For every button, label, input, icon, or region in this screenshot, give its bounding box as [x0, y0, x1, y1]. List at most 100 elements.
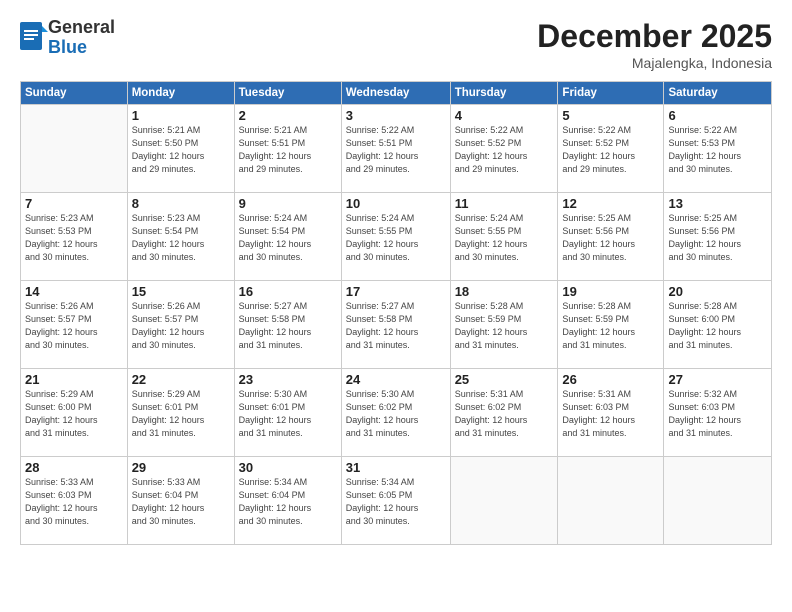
logo: General Blue [20, 18, 115, 58]
day-info: Sunrise: 5:32 AM Sunset: 6:03 PM Dayligh… [668, 388, 767, 440]
day-info: Sunrise: 5:27 AM Sunset: 5:58 PM Dayligh… [239, 300, 337, 352]
calendar-cell: 17Sunrise: 5:27 AM Sunset: 5:58 PM Dayli… [341, 281, 450, 369]
calendar-cell: 14Sunrise: 5:26 AM Sunset: 5:57 PM Dayli… [21, 281, 128, 369]
calendar-cell: 19Sunrise: 5:28 AM Sunset: 5:59 PM Dayli… [558, 281, 664, 369]
day-number: 1 [132, 108, 230, 123]
day-info: Sunrise: 5:29 AM Sunset: 6:01 PM Dayligh… [132, 388, 230, 440]
day-number: 21 [25, 372, 123, 387]
day-info: Sunrise: 5:29 AM Sunset: 6:00 PM Dayligh… [25, 388, 123, 440]
day-number: 9 [239, 196, 337, 211]
calendar-header-tuesday: Tuesday [234, 82, 341, 105]
calendar-cell [664, 457, 772, 545]
calendar-week-row: 21Sunrise: 5:29 AM Sunset: 6:00 PM Dayli… [21, 369, 772, 457]
calendar-cell: 7Sunrise: 5:23 AM Sunset: 5:53 PM Daylig… [21, 193, 128, 281]
calendar-cell [21, 105, 128, 193]
calendar-cell: 25Sunrise: 5:31 AM Sunset: 6:02 PM Dayli… [450, 369, 558, 457]
title-area: December 2025 Majalengka, Indonesia [537, 18, 772, 71]
calendar-cell: 6Sunrise: 5:22 AM Sunset: 5:53 PM Daylig… [664, 105, 772, 193]
calendar-table: SundayMondayTuesdayWednesdayThursdayFrid… [20, 81, 772, 545]
day-info: Sunrise: 5:31 AM Sunset: 6:03 PM Dayligh… [562, 388, 659, 440]
calendar-cell [558, 457, 664, 545]
page: General Blue December 2025 Majalengka, I… [0, 0, 792, 612]
day-info: Sunrise: 5:23 AM Sunset: 5:54 PM Dayligh… [132, 212, 230, 264]
day-info: Sunrise: 5:21 AM Sunset: 5:51 PM Dayligh… [239, 124, 337, 176]
day-number: 4 [455, 108, 554, 123]
day-number: 26 [562, 372, 659, 387]
day-info: Sunrise: 5:33 AM Sunset: 6:03 PM Dayligh… [25, 476, 123, 528]
day-number: 16 [239, 284, 337, 299]
day-number: 10 [346, 196, 446, 211]
calendar-cell: 11Sunrise: 5:24 AM Sunset: 5:55 PM Dayli… [450, 193, 558, 281]
day-number: 3 [346, 108, 446, 123]
day-info: Sunrise: 5:26 AM Sunset: 5:57 PM Dayligh… [25, 300, 123, 352]
calendar-cell: 22Sunrise: 5:29 AM Sunset: 6:01 PM Dayli… [127, 369, 234, 457]
day-number: 23 [239, 372, 337, 387]
day-number: 19 [562, 284, 659, 299]
calendar-cell: 16Sunrise: 5:27 AM Sunset: 5:58 PM Dayli… [234, 281, 341, 369]
calendar-header-saturday: Saturday [664, 82, 772, 105]
day-number: 31 [346, 460, 446, 475]
day-info: Sunrise: 5:22 AM Sunset: 5:51 PM Dayligh… [346, 124, 446, 176]
day-info: Sunrise: 5:23 AM Sunset: 5:53 PM Dayligh… [25, 212, 123, 264]
day-info: Sunrise: 5:30 AM Sunset: 6:01 PM Dayligh… [239, 388, 337, 440]
calendar-cell: 13Sunrise: 5:25 AM Sunset: 5:56 PM Dayli… [664, 193, 772, 281]
day-info: Sunrise: 5:25 AM Sunset: 5:56 PM Dayligh… [668, 212, 767, 264]
day-info: Sunrise: 5:34 AM Sunset: 6:05 PM Dayligh… [346, 476, 446, 528]
calendar-cell: 31Sunrise: 5:34 AM Sunset: 6:05 PM Dayli… [341, 457, 450, 545]
day-info: Sunrise: 5:24 AM Sunset: 5:54 PM Dayligh… [239, 212, 337, 264]
calendar-week-row: 28Sunrise: 5:33 AM Sunset: 6:03 PM Dayli… [21, 457, 772, 545]
day-info: Sunrise: 5:34 AM Sunset: 6:04 PM Dayligh… [239, 476, 337, 528]
subtitle: Majalengka, Indonesia [537, 55, 772, 71]
day-info: Sunrise: 5:24 AM Sunset: 5:55 PM Dayligh… [455, 212, 554, 264]
day-number: 30 [239, 460, 337, 475]
day-number: 12 [562, 196, 659, 211]
calendar-cell: 30Sunrise: 5:34 AM Sunset: 6:04 PM Dayli… [234, 457, 341, 545]
calendar-cell: 2Sunrise: 5:21 AM Sunset: 5:51 PM Daylig… [234, 105, 341, 193]
day-number: 6 [668, 108, 767, 123]
day-info: Sunrise: 5:24 AM Sunset: 5:55 PM Dayligh… [346, 212, 446, 264]
calendar-header-thursday: Thursday [450, 82, 558, 105]
day-info: Sunrise: 5:31 AM Sunset: 6:02 PM Dayligh… [455, 388, 554, 440]
day-info: Sunrise: 5:28 AM Sunset: 5:59 PM Dayligh… [562, 300, 659, 352]
day-info: Sunrise: 5:26 AM Sunset: 5:57 PM Dayligh… [132, 300, 230, 352]
calendar-header-wednesday: Wednesday [341, 82, 450, 105]
calendar-cell: 29Sunrise: 5:33 AM Sunset: 6:04 PM Dayli… [127, 457, 234, 545]
day-number: 25 [455, 372, 554, 387]
calendar-cell: 5Sunrise: 5:22 AM Sunset: 5:52 PM Daylig… [558, 105, 664, 193]
day-number: 8 [132, 196, 230, 211]
calendar-cell: 24Sunrise: 5:30 AM Sunset: 6:02 PM Dayli… [341, 369, 450, 457]
logo-general: General [48, 18, 115, 38]
logo-icon [20, 22, 48, 54]
day-number: 18 [455, 284, 554, 299]
day-number: 5 [562, 108, 659, 123]
calendar-cell: 12Sunrise: 5:25 AM Sunset: 5:56 PM Dayli… [558, 193, 664, 281]
calendar-cell: 21Sunrise: 5:29 AM Sunset: 6:00 PM Dayli… [21, 369, 128, 457]
day-info: Sunrise: 5:28 AM Sunset: 6:00 PM Dayligh… [668, 300, 767, 352]
day-info: Sunrise: 5:22 AM Sunset: 5:52 PM Dayligh… [562, 124, 659, 176]
day-number: 7 [25, 196, 123, 211]
calendar-header-sunday: Sunday [21, 82, 128, 105]
day-number: 11 [455, 196, 554, 211]
calendar-header-monday: Monday [127, 82, 234, 105]
calendar-header-friday: Friday [558, 82, 664, 105]
day-number: 15 [132, 284, 230, 299]
calendar-cell: 1Sunrise: 5:21 AM Sunset: 5:50 PM Daylig… [127, 105, 234, 193]
calendar-cell: 26Sunrise: 5:31 AM Sunset: 6:03 PM Dayli… [558, 369, 664, 457]
day-number: 27 [668, 372, 767, 387]
calendar-cell: 10Sunrise: 5:24 AM Sunset: 5:55 PM Dayli… [341, 193, 450, 281]
calendar-cell [450, 457, 558, 545]
calendar-cell: 8Sunrise: 5:23 AM Sunset: 5:54 PM Daylig… [127, 193, 234, 281]
calendar-cell: 23Sunrise: 5:30 AM Sunset: 6:01 PM Dayli… [234, 369, 341, 457]
day-number: 29 [132, 460, 230, 475]
calendar-cell: 4Sunrise: 5:22 AM Sunset: 5:52 PM Daylig… [450, 105, 558, 193]
day-info: Sunrise: 5:25 AM Sunset: 5:56 PM Dayligh… [562, 212, 659, 264]
logo-blue: Blue [48, 38, 115, 58]
day-number: 13 [668, 196, 767, 211]
calendar-week-row: 7Sunrise: 5:23 AM Sunset: 5:53 PM Daylig… [21, 193, 772, 281]
calendar-cell: 3Sunrise: 5:22 AM Sunset: 5:51 PM Daylig… [341, 105, 450, 193]
day-number: 20 [668, 284, 767, 299]
logo-text: General Blue [48, 18, 115, 58]
calendar-cell: 28Sunrise: 5:33 AM Sunset: 6:03 PM Dayli… [21, 457, 128, 545]
day-number: 22 [132, 372, 230, 387]
header: General Blue December 2025 Majalengka, I… [20, 18, 772, 71]
